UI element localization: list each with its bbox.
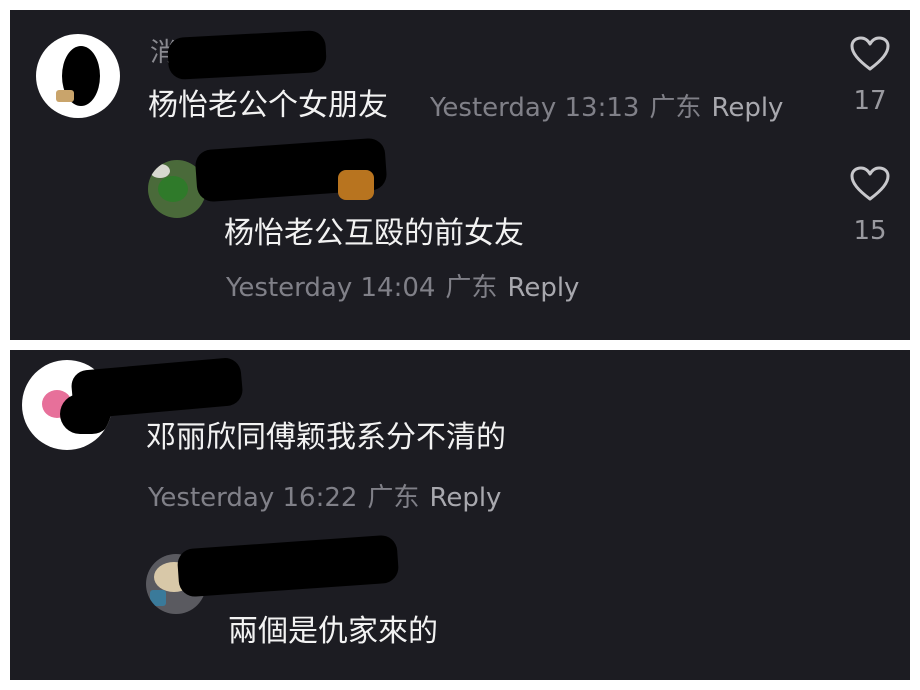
reply-location: 广东	[445, 273, 498, 303]
comment-meta: Yesterday 13:13 广东 Reply	[430, 92, 793, 124]
reply-text: 兩個是仇家來的	[228, 614, 438, 649]
reply-time: Yesterday 14:04	[226, 273, 436, 303]
heart-icon[interactable]	[850, 36, 890, 72]
like-count: 17	[853, 86, 887, 116]
heart-icon[interactable]	[850, 166, 890, 202]
like-group: 17	[840, 36, 900, 116]
reply-button[interactable]: Reply	[711, 93, 783, 123]
comment-location: 广东	[649, 93, 702, 123]
comment-time: Yesterday 16:22	[148, 483, 358, 513]
comment-text: 杨怡老公个女朋友	[148, 88, 388, 123]
avatar-hat-shape	[56, 90, 74, 102]
username-redaction	[70, 356, 244, 420]
avatar-redaction	[150, 164, 170, 178]
comment-time: Yesterday 13:13	[430, 93, 640, 123]
reply-like-group: 15	[840, 166, 900, 246]
reply-username-redaction	[176, 534, 400, 598]
reply-text: 杨怡老公互殴的前女友	[224, 216, 524, 251]
comment-meta: Yesterday 16:22 广东 Reply	[148, 482, 511, 514]
avatar[interactable]	[36, 34, 120, 118]
comment-panel-top: 消 杨怡老公个女朋友 Yesterday 13:13 广东 Reply 17 杨怡老…	[10, 10, 910, 340]
reply-badge	[338, 170, 374, 200]
avatar-redaction	[150, 590, 166, 606]
comment-location: 广东	[367, 483, 420, 513]
reply-button[interactable]: Reply	[507, 273, 579, 303]
username-redaction	[167, 29, 327, 81]
reply-meta: Yesterday 14:04 广东 Reply	[226, 272, 589, 304]
comment-panel-bottom: M 邓丽欣同傅颖我系分不清的 Yesterday 16:22广东Reply 兩個…	[10, 350, 910, 680]
comment-text: 邓丽欣同傅颖我系分不清的	[146, 420, 506, 455]
avatar-redaction	[158, 176, 188, 202]
like-count: 15	[853, 216, 887, 246]
reply-button[interactable]: Reply	[429, 483, 501, 513]
